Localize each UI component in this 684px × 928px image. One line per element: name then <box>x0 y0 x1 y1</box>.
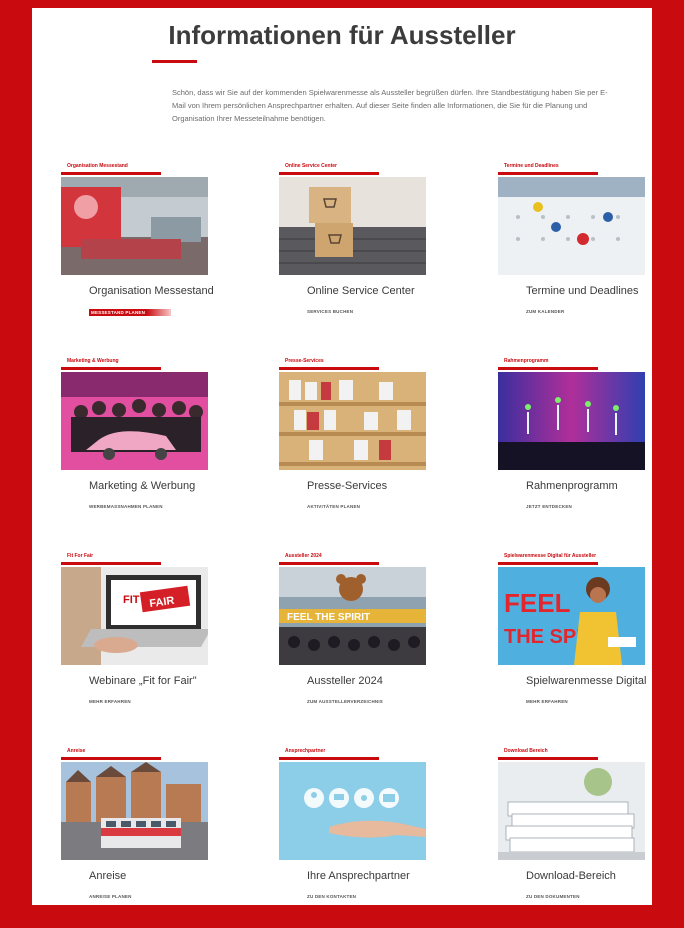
card-cta-link[interactable]: ZUM KALENDER <box>526 309 564 314</box>
card-download-bereich[interactable]: Download Bereich Download-Bereich ZU DEN… <box>498 748 648 928</box>
laptop-boxes-image[interactable] <box>279 177 426 275</box>
card-rahmenprogramm[interactable]: Rahmenprogramm Rahmenprogramm JETZT ENTD… <box>498 358 648 538</box>
calendar-pins-image[interactable] <box>498 177 645 275</box>
card-online-service-center[interactable]: Online Service Center Online Service Cen… <box>279 163 429 343</box>
card-tag-line <box>61 367 161 370</box>
card-tag: Organisation Messestand <box>67 163 128 169</box>
content-frame: Informationen für Aussteller Schön, dass… <box>32 8 652 905</box>
card-cta-link[interactable]: SERVICES BUCHEN <box>307 309 353 314</box>
card-termine-deadlines[interactable]: Termine und Deadlines Termine und Deadli… <box>498 163 648 343</box>
stage-show-image[interactable] <box>498 372 645 470</box>
card-marketing-werbung[interactable]: Marketing & Werbung Marketing & Werbung … <box>61 358 211 538</box>
card-cta-link[interactable]: MESSESTAND PLANEN <box>89 309 172 316</box>
group-pink-car-image[interactable] <box>61 372 208 470</box>
card-title: Termine und Deadlines <box>526 285 639 297</box>
card-title: Organisation Messestand <box>89 285 214 297</box>
card-tag-line <box>498 172 598 175</box>
card-tag: Rahmenprogramm <box>504 358 549 364</box>
contact-icons-hand-image[interactable] <box>279 762 426 860</box>
card-title: Anreise <box>89 870 127 882</box>
card-tag: Anreise <box>67 748 86 754</box>
card-tag: Ansprechpartner <box>285 748 326 754</box>
card-cta-link[interactable]: MEHR ERFAHREN <box>526 699 568 704</box>
card-ansprechpartner[interactable]: Ansprechpartner Ihre Ansprechpartner ZU … <box>279 748 429 928</box>
card-tag-line <box>498 367 598 370</box>
card-tag-line <box>61 562 161 565</box>
press-shelves-image[interactable] <box>279 372 426 470</box>
card-anreise[interactable]: Anreise Anreise ANREISE PLANEN <box>61 748 211 928</box>
nuremberg-tram-image[interactable] <box>61 762 208 860</box>
card-tag-line <box>279 757 379 760</box>
card-title: Online Service Center <box>307 285 415 297</box>
card-tag: Spielwarenmesse Digital für Aussteller <box>504 553 597 559</box>
card-cta-link[interactable]: AKTIVITÄTEN PLANEN <box>307 504 360 509</box>
card-tag-line <box>498 757 598 760</box>
card-title: Rahmenprogramm <box>526 480 618 492</box>
card-spielwarenmesse-digital[interactable]: Spielwarenmesse Digital für Aussteller F… <box>498 553 648 733</box>
card-tag-line <box>279 562 379 565</box>
card-tag-line <box>61 172 161 175</box>
card-tag: Online Service Center <box>285 163 337 169</box>
card-tag: Fit For Fair <box>67 553 94 559</box>
card-cta-link[interactable]: ZU DEN DOKUMENTEN <box>526 894 580 899</box>
card-tag: Aussteller 2024 <box>285 553 322 559</box>
document-stack-image[interactable] <box>498 762 645 860</box>
feel-the-spirit-woman-image[interactable]: FEEL THE SPIRIT <box>498 567 645 665</box>
feel-text: FEEL <box>504 588 571 618</box>
exhibition-stand-image[interactable] <box>61 177 208 275</box>
card-title: Presse-Services <box>307 480 388 492</box>
card-cta-link[interactable]: WERBEMASSNAHMEN PLANEN <box>89 504 163 509</box>
feel-the-spirit-bear-image[interactable]: FEEL THE SPIRIT <box>279 567 426 665</box>
card-tag: Marketing & Werbung <box>67 358 119 364</box>
card-fit-for-fair[interactable]: Fit For Fair FIT FAIR Webinare „Fit for F… <box>61 553 211 733</box>
card-title: Spielwarenmesse Digital <box>526 675 647 687</box>
title-underline <box>152 60 197 63</box>
card-tag: Download Bereich <box>504 748 548 754</box>
page-title: Informationen für Aussteller <box>168 20 516 50</box>
card-title: Ihre Ansprechpartner <box>307 870 410 882</box>
card-presse-services[interactable]: Presse-Services Presse-Services AKTIVITÄ… <box>279 358 429 538</box>
card-tag-line <box>279 367 379 370</box>
card-tag: Presse-Services <box>285 358 324 364</box>
card-tag-line <box>61 757 161 760</box>
banner-text: FEEL THE SPIRIT <box>287 612 370 623</box>
card-cta-link[interactable]: ZUM AUSSTELLERVERZEICHNIS <box>307 699 383 704</box>
intro-text: Schön, dass wir Sie auf der kommenden Sp… <box>172 88 608 123</box>
card-title: Marketing & Werbung <box>89 480 196 492</box>
fit-logo-text: FIT <box>123 594 140 606</box>
card-title: Download-Bereich <box>526 870 616 882</box>
card-organisation-messestand[interactable]: Organisation Messestand Organisation Mes… <box>61 163 214 343</box>
card-title: Aussteller 2024 <box>307 675 383 687</box>
card-title: Webinare „Fit for Fair" <box>89 675 197 687</box>
card-tag-line <box>279 172 379 175</box>
card-cta-link[interactable]: ZU DEN KONTAKTEN <box>307 894 356 899</box>
laptop-fitforfair-image[interactable]: FIT FAIR <box>61 567 208 665</box>
card-tag-line <box>498 562 598 565</box>
card-aussteller-2024[interactable]: Aussteller 2024 FEEL THE SPIRIT Ausstell… <box>279 553 429 733</box>
card-cta-link[interactable]: ANREISE PLANEN <box>89 894 132 899</box>
card-cta-link[interactable]: MEHR ERFAHREN <box>89 699 131 704</box>
card-tag: Termine und Deadlines <box>504 163 559 169</box>
card-cta-link[interactable]: JETZT ENTDECKEN <box>526 504 572 509</box>
